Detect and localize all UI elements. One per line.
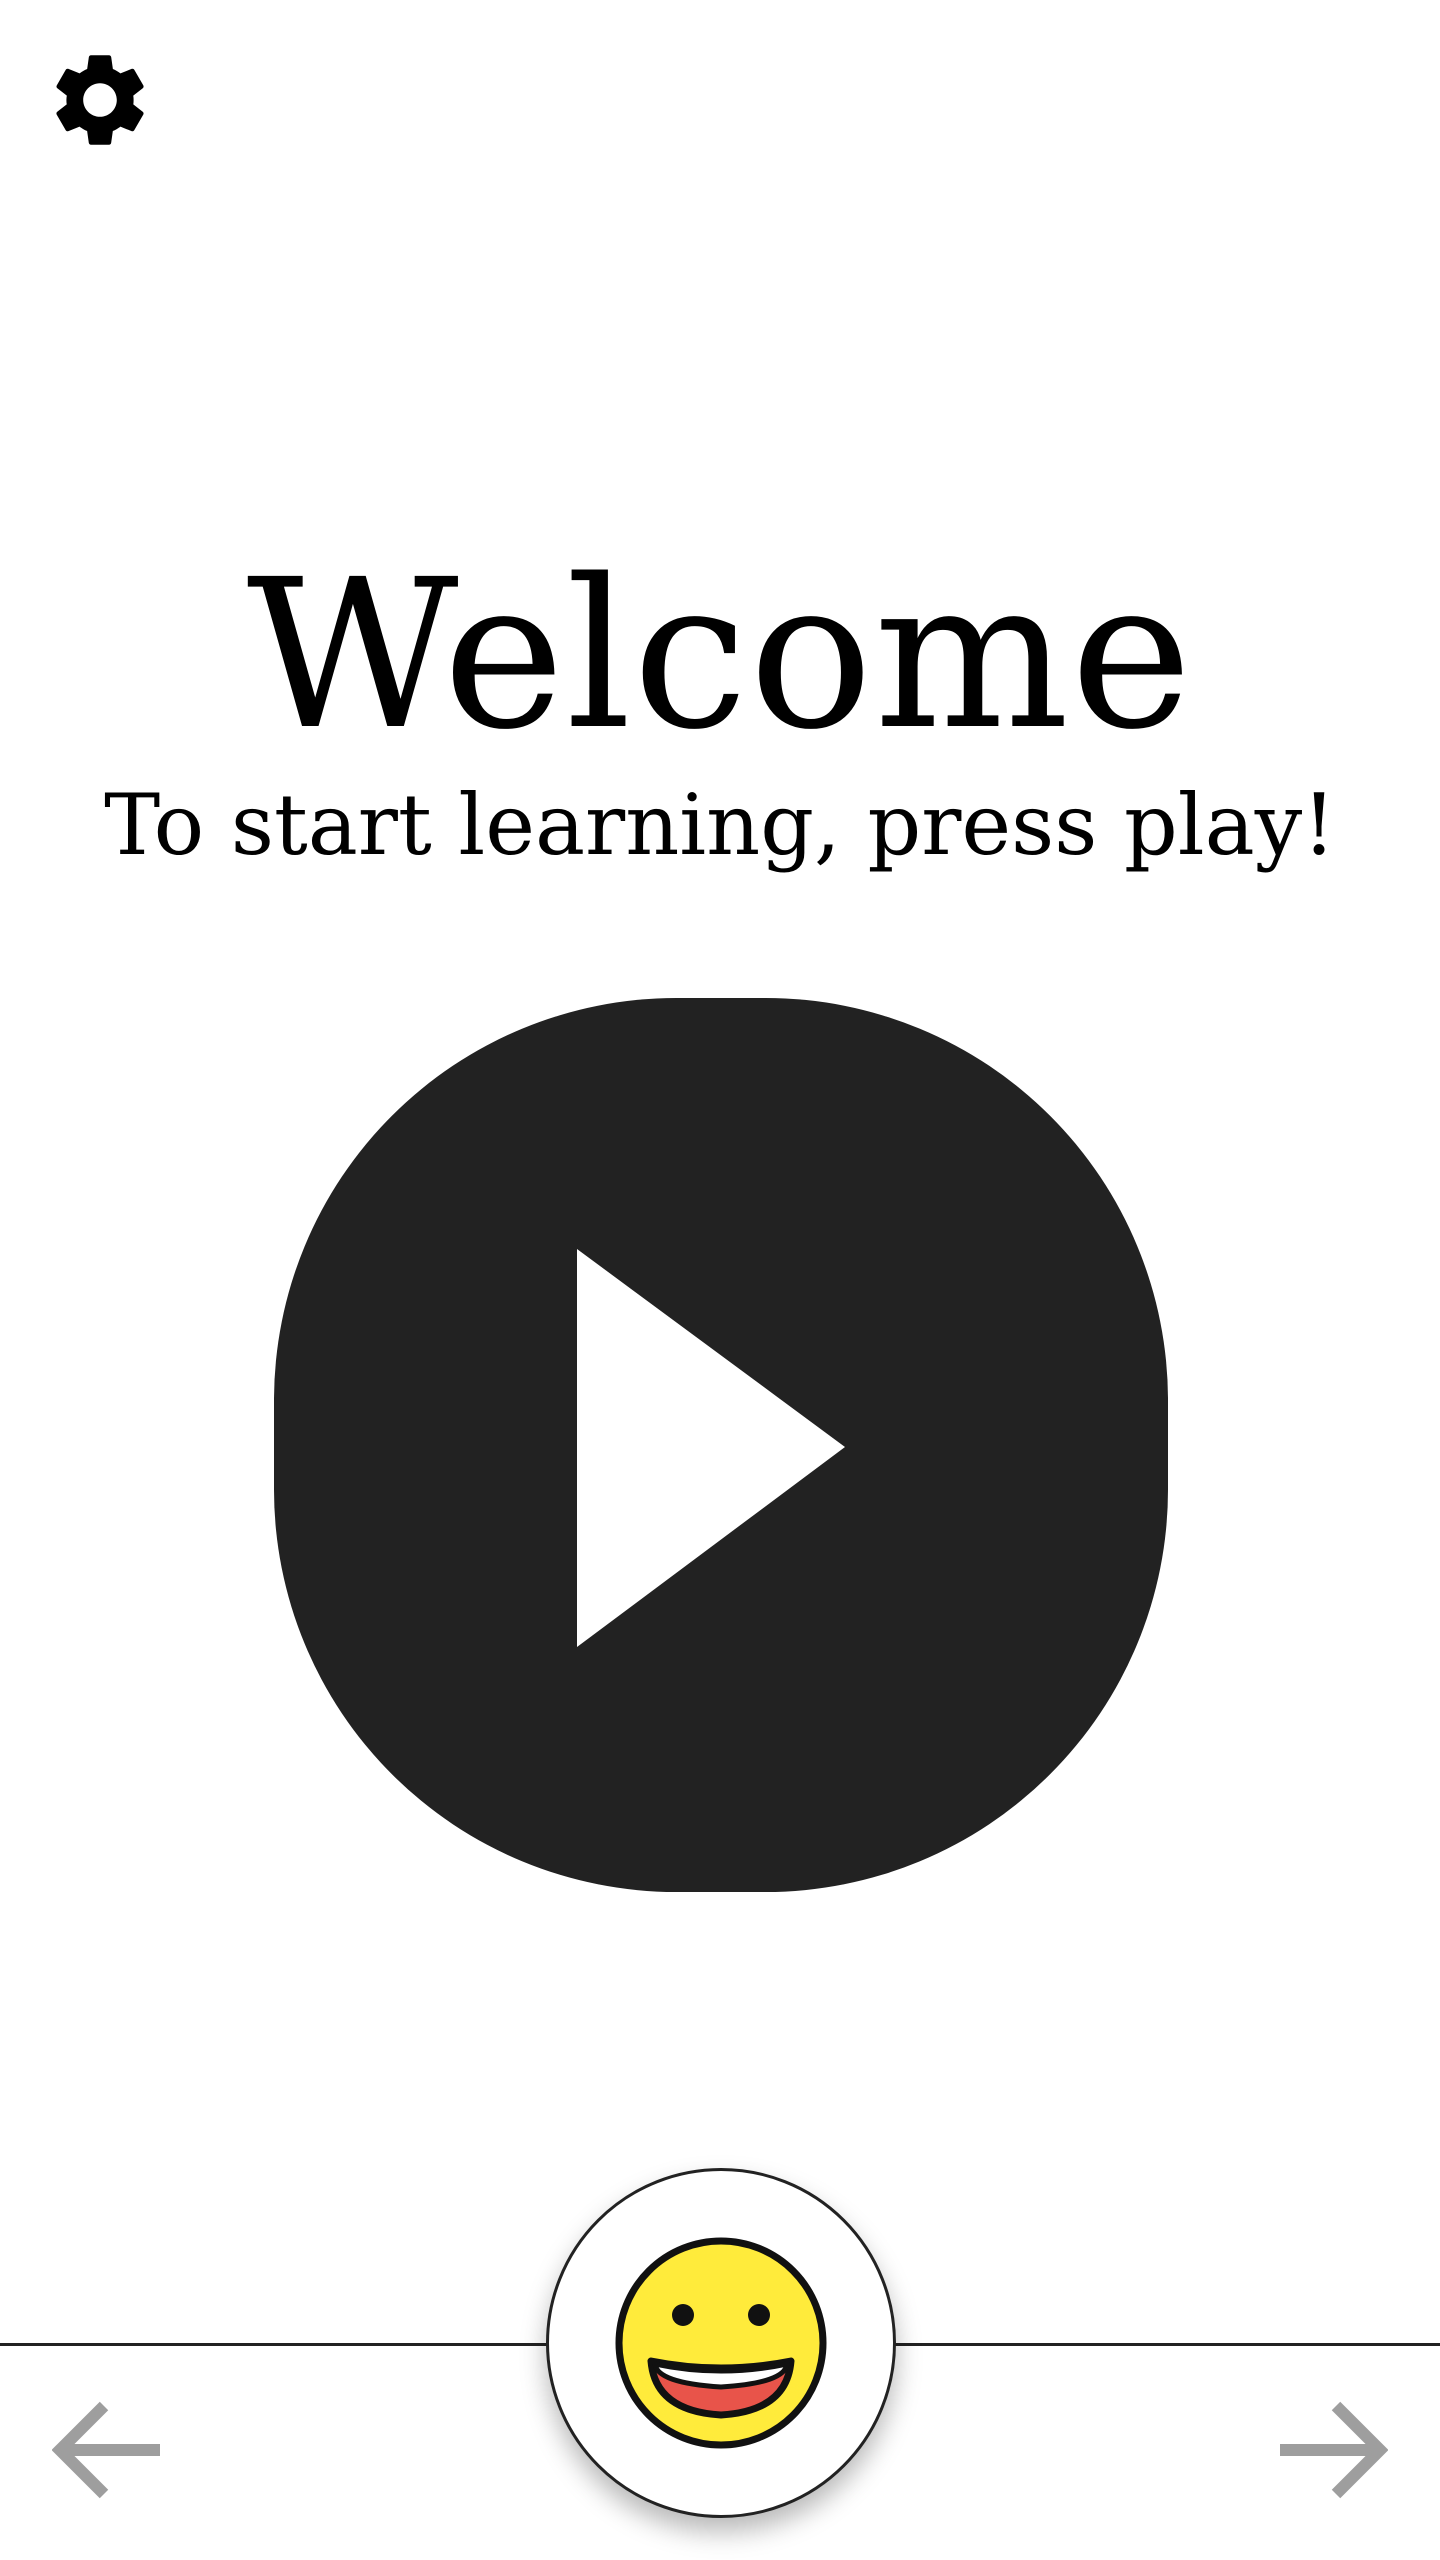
arrow-right-icon [1278,2398,1388,2508]
mascot-button[interactable] [546,2168,896,2518]
next-button[interactable] [1278,2398,1388,2508]
welcome-subtitle: To start learning, press play! [104,776,1336,874]
settings-button[interactable] [40,40,160,160]
gear-icon [44,44,156,156]
previous-button[interactable] [52,2398,162,2508]
play-icon [521,1235,921,1655]
arrow-left-icon [52,2398,162,2508]
smiley-face-icon [611,2233,831,2453]
play-button[interactable] [274,998,1168,1892]
welcome-title: Welcome [246,535,1194,775]
